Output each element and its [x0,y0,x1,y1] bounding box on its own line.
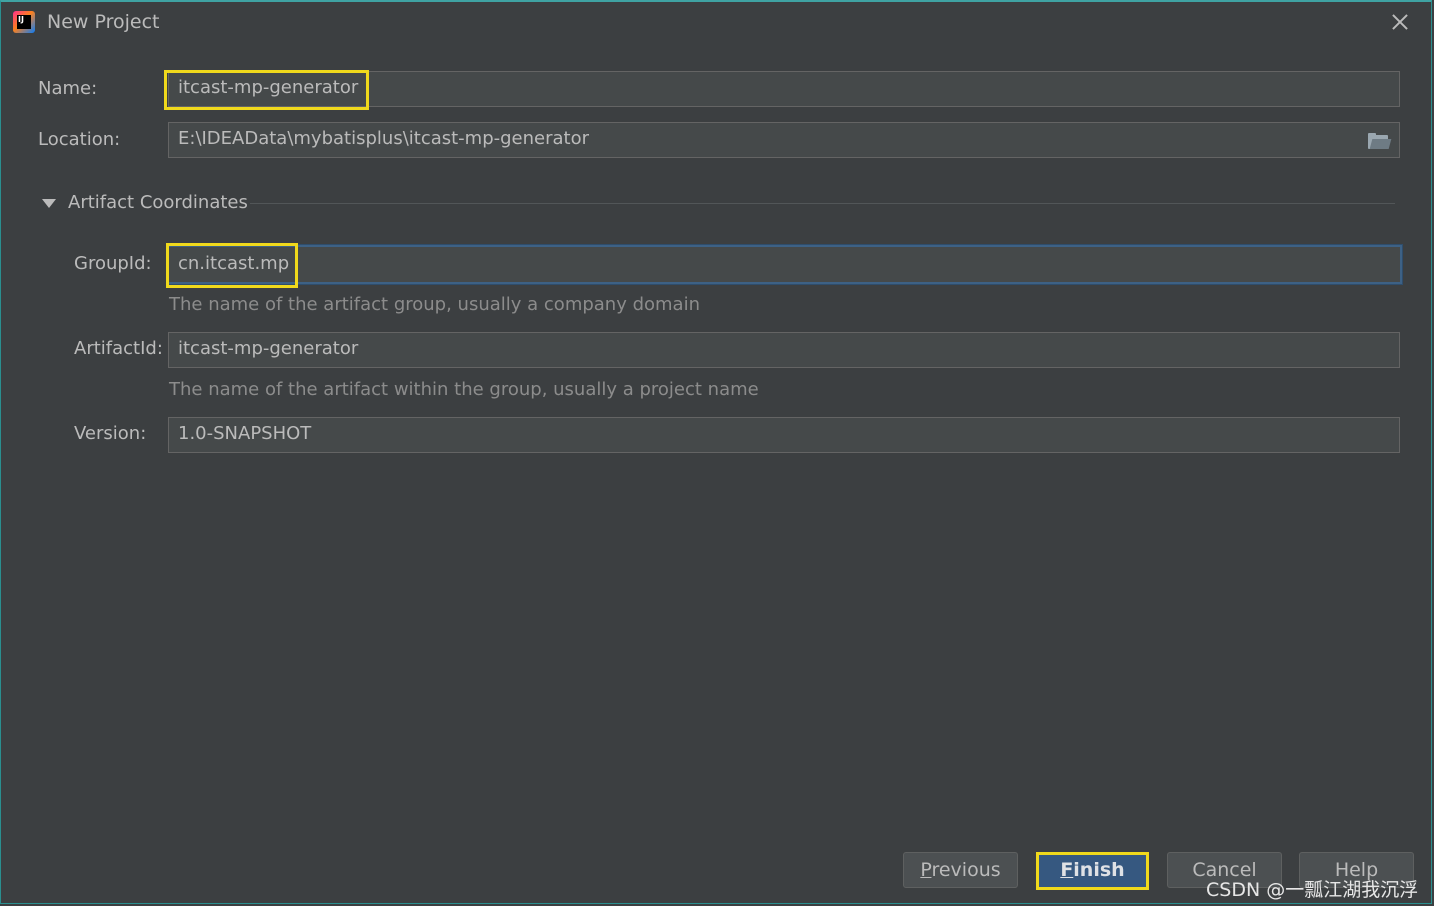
location-input[interactable]: E:\IDEAData\mybatisplus\itcast-mp-genera… [168,122,1400,158]
artifactid-label: ArtifactId: [74,338,163,359]
previous-button[interactable]: Previous [903,852,1018,888]
artifactid-input[interactable]: itcast-mp-generator [168,332,1400,368]
groupid-label: GroupId: [74,253,152,274]
title-bar: IJ New Project [0,0,1434,46]
intellij-app-icon: IJ [13,11,35,33]
section-divider [250,203,1395,204]
csdn-watermark: CSDN @一瓢江湖我沉浮 [1206,879,1419,901]
version-label: Version: [74,423,147,444]
close-icon[interactable] [1386,8,1414,36]
groupid-input-value: cn.itcast.mp [178,253,290,274]
version-input-value: 1.0-SNAPSHOT [178,423,312,444]
name-input[interactable]: itcast-mp-generator [168,71,1400,107]
triangle-down-icon[interactable] [42,199,56,208]
version-input[interactable]: 1.0-SNAPSHOT [168,417,1400,453]
finish-button[interactable]: Finish [1036,852,1149,888]
location-input-value: E:\IDEAData\mybatisplus\itcast-mp-genera… [178,128,590,149]
window-title: New Project [47,11,160,33]
location-label: Location: [38,129,121,150]
folder-open-icon[interactable] [1368,133,1392,149]
artifactid-input-value: itcast-mp-generator [178,338,359,359]
name-label: Name: [38,78,98,99]
name-input-value: itcast-mp-generator [178,77,359,98]
groupid-hint: The name of the artifact group, usually … [169,294,700,315]
artifactid-hint: The name of the artifact within the grou… [169,379,759,400]
artifact-section-title[interactable]: Artifact Coordinates [68,192,248,213]
groupid-input[interactable]: cn.itcast.mp [167,245,1402,284]
